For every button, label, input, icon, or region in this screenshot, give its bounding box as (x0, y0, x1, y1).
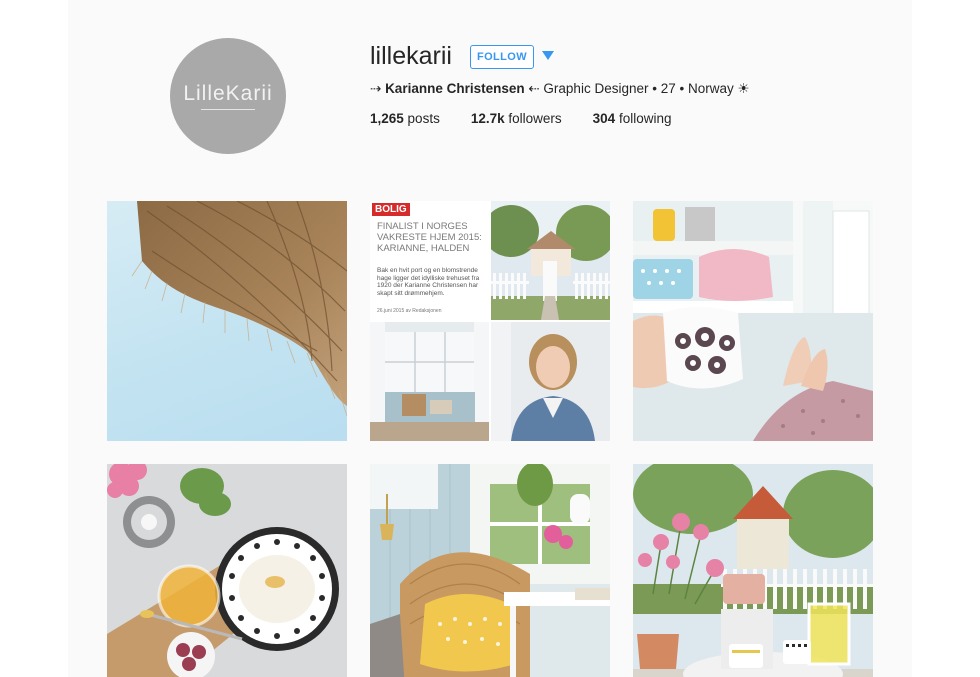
interior-photo (370, 322, 489, 441)
avatar-logo-text: LilleKarii (183, 82, 273, 105)
profile-page: LilleKarii lillekarii FOLLOW ⇢ Karianne … (68, 0, 912, 677)
followers-stat[interactable]: 12.7k followers (471, 111, 562, 126)
followers-label: followers (504, 111, 562, 126)
following-count: 304 (592, 111, 616, 126)
post-tile-umbrella[interactable] (107, 201, 347, 441)
garden-flowers-photo (633, 464, 873, 677)
bio-full-name: Karianne Christensen (385, 81, 525, 96)
follow-button[interactable]: FOLLOW (470, 45, 534, 69)
post-grid: BOLIG FINALIST I NORGES VAKRESTE HJEM 20… (107, 201, 873, 677)
posts-label: posts (403, 111, 440, 126)
portrait-photo (491, 322, 610, 441)
post-tile-magazine[interactable]: BOLIG FINALIST I NORGES VAKRESTE HJEM 20… (370, 201, 610, 441)
avatar[interactable]: LilleKarii (170, 38, 286, 154)
profile-bio: ⇢ Karianne Christensen ⇠ Graphic Designe… (370, 81, 750, 97)
post-tile-breakfast[interactable] (107, 464, 347, 677)
house-photo (491, 201, 610, 320)
post-tile-rattan-chair[interactable] (370, 464, 610, 677)
following-stat[interactable]: 304 following (593, 111, 672, 126)
bio-description: ⇠ Graphic Designer • 27 • Norway ☀ (524, 81, 750, 96)
post-tile-window-seat[interactable] (633, 201, 873, 441)
bio-prefix: ⇢ (370, 81, 386, 96)
rattan-chair-photo (370, 464, 610, 677)
magazine-brand: BOLIG (372, 203, 410, 216)
following-label: following (615, 111, 672, 126)
magazine-headline: FINALIST I NORGES VAKRESTE HJEM 2015: KA… (377, 221, 482, 254)
profile-username: lillekarii (370, 42, 452, 70)
posts-stat: 1,265 posts (370, 111, 440, 126)
profile-stats: 1,265 posts 12.7k followers 304 followin… (370, 111, 671, 126)
breakfast-photo (107, 464, 347, 677)
magazine-subtext: Bak en hvit port og en blomstrende hage … (377, 267, 480, 297)
window-seat-photo (633, 201, 873, 441)
post-tile-garden-flowers[interactable] (633, 464, 873, 677)
chevron-down-icon[interactable] (542, 51, 554, 60)
magazine-page: BOLIG FINALIST I NORGES VAKRESTE HJEM 20… (370, 201, 489, 320)
avatar-logo-underline (201, 109, 255, 110)
magazine-date: 26.juni 2015 av Redaksjonen (377, 308, 442, 314)
followers-count: 12.7k (470, 111, 505, 126)
umbrella-photo (131, 201, 347, 417)
posts-count: 1,265 (370, 111, 404, 126)
